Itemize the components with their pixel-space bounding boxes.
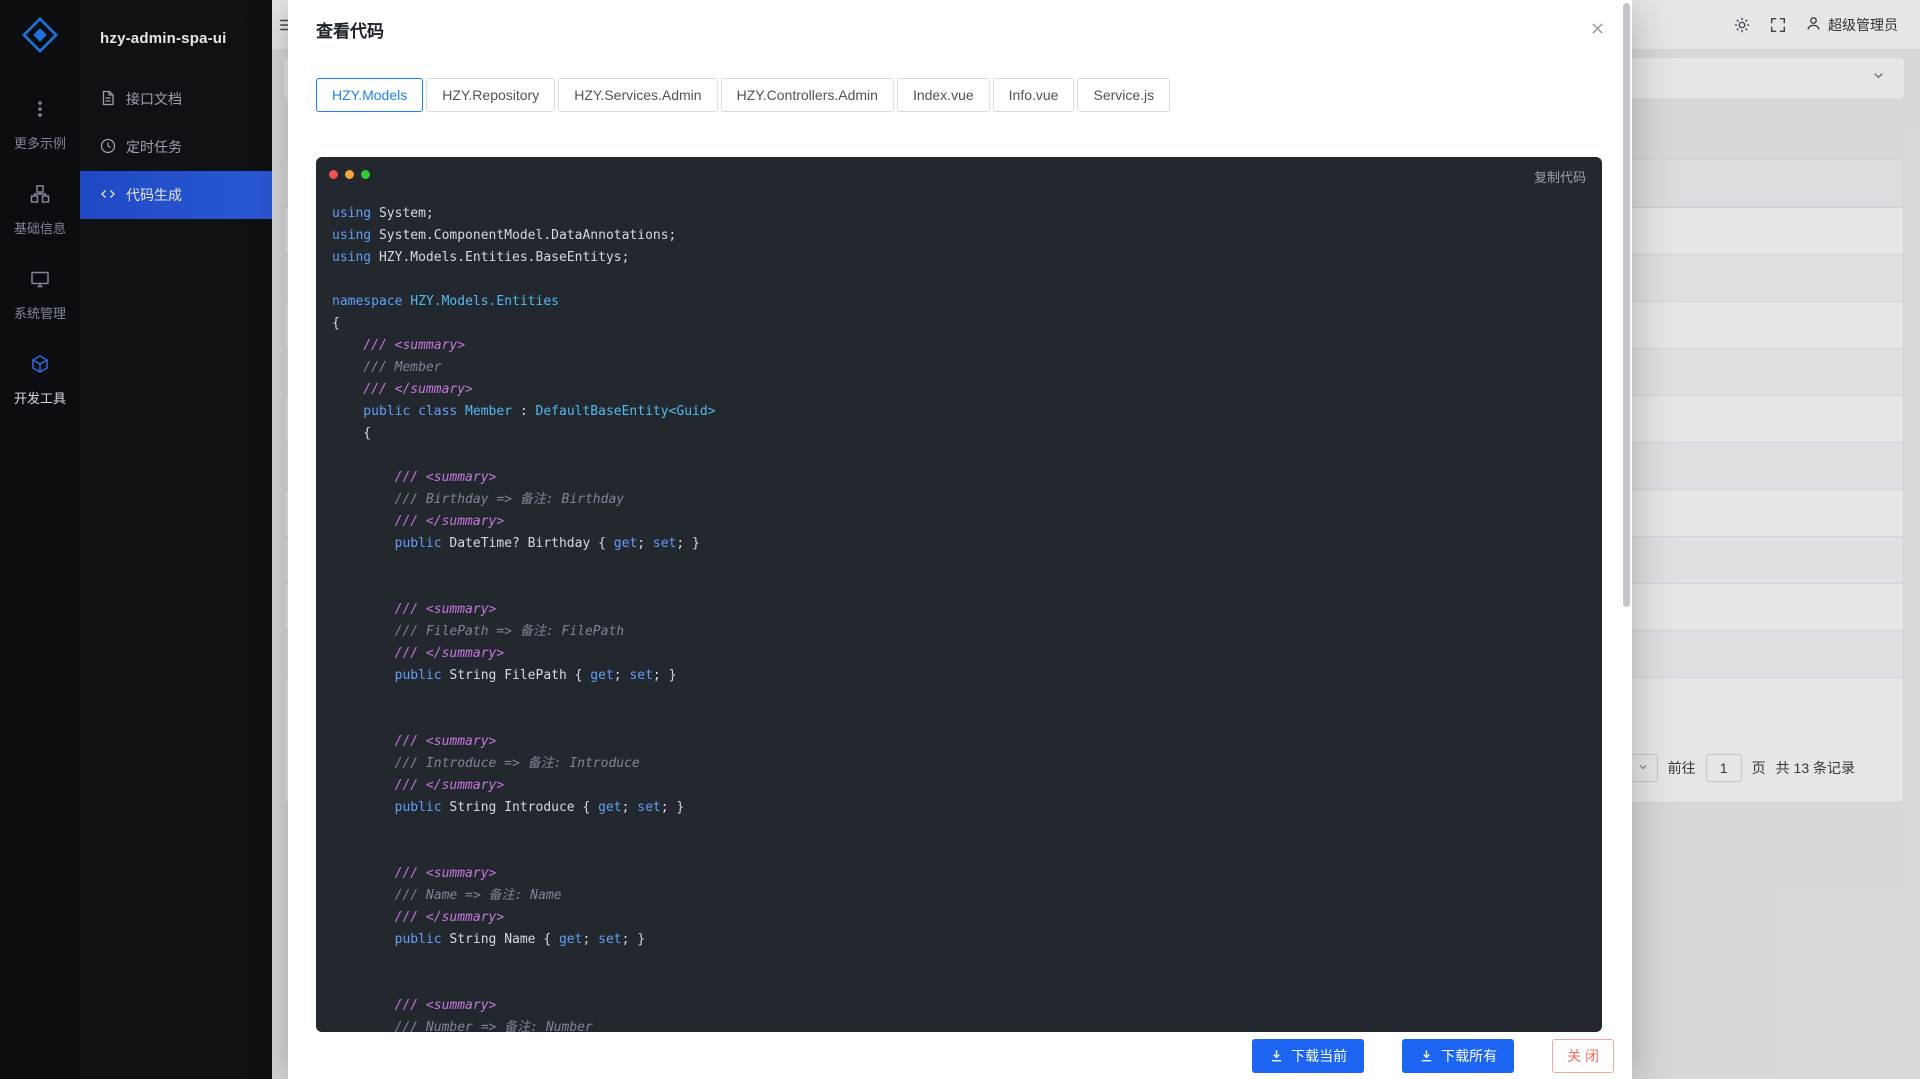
- close-button[interactable]: 关 闭: [1552, 1039, 1614, 1073]
- download-all-label: 下载所有: [1441, 1046, 1497, 1066]
- tab-service-js[interactable]: Service.js: [1077, 78, 1170, 112]
- download-current-label: 下载当前: [1291, 1046, 1347, 1066]
- dot-green-icon: [361, 170, 370, 179]
- modal-scrollbar-thumb[interactable]: [1623, 3, 1630, 607]
- dot-red-icon: [329, 170, 338, 179]
- tab-hzy-models[interactable]: HZY.Models: [316, 78, 423, 112]
- tab-hzy-controllers-admin[interactable]: HZY.Controllers.Admin: [721, 78, 894, 112]
- tab-index-vue[interactable]: Index.vue: [897, 78, 990, 112]
- code-content: using System;using System.ComponentModel…: [316, 197, 1602, 1032]
- window-dots: [329, 170, 370, 179]
- download-all-button[interactable]: 下载所有: [1402, 1039, 1514, 1073]
- tab-info-vue[interactable]: Info.vue: [993, 78, 1075, 112]
- tab-hzy-services-admin[interactable]: HZY.Services.Admin: [558, 78, 717, 112]
- download-current-button[interactable]: 下载当前: [1252, 1039, 1364, 1073]
- download-icon: [1419, 1048, 1434, 1063]
- modal-title: 查看代码: [316, 17, 384, 42]
- code-panel: 复制代码 using System;using System.Component…: [316, 157, 1602, 1032]
- dot-yellow-icon: [345, 170, 354, 179]
- app-window: 更多示例 基础信息 系统管理 开发工具 hzy-admin-spa-ui 接口文…: [0, 0, 1920, 1079]
- tab-hzy-repository[interactable]: HZY.Repository: [426, 78, 555, 112]
- modal-footer: 下载当前 下载所有 关 闭: [288, 1032, 1632, 1079]
- download-icon: [1269, 1048, 1284, 1063]
- view-code-modal: 查看代码 HZY.Models HZY.Repository HZY.Servi…: [288, 0, 1632, 1079]
- copy-code-button[interactable]: 复制代码: [1534, 167, 1586, 186]
- code-file-tabs: HZY.Models HZY.Repository HZY.Services.A…: [316, 78, 1170, 112]
- close-button-label: 关 闭: [1567, 1046, 1599, 1066]
- close-icon[interactable]: [1582, 13, 1612, 43]
